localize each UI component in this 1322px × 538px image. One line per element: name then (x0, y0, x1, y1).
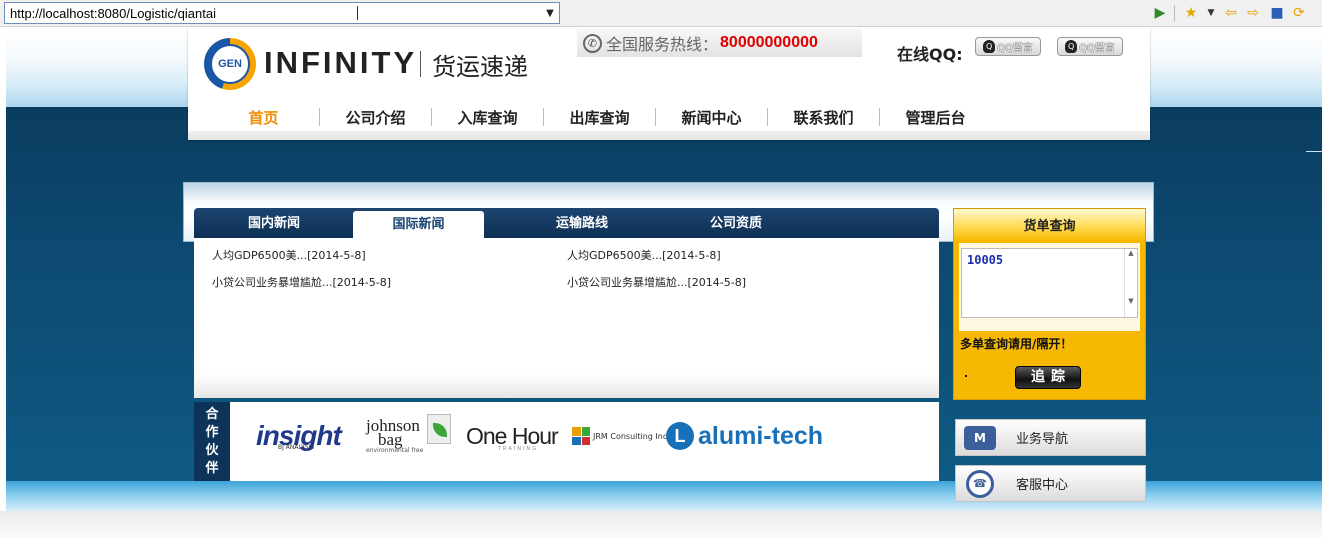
tracking-number-input[interactable] (961, 248, 1138, 318)
brand-chinese-name: 货运速递 (432, 53, 528, 81)
partners-panel: 合 作 伙 伴 insight BJ ANALYSIS johnson bag … (194, 402, 939, 481)
play-icon[interactable]: ▶ (1151, 4, 1169, 22)
nav-outbound-query[interactable]: 出库查询 (544, 107, 655, 128)
jrm-squares-icon (572, 427, 590, 445)
nav-contact[interactable]: 联系我们 (768, 107, 879, 128)
partners-label: 合 作 伙 伴 (194, 402, 230, 481)
alumi-tech-logo[interactable]: L alumi-tech (666, 416, 823, 456)
news-item[interactable]: 人均GDP6500美...[2014-5-8] (212, 247, 366, 263)
jrm-consulting-logo[interactable]: JRM Consulting Inc (572, 416, 667, 456)
customer-service-icon: ☎ (956, 466, 1004, 501)
add-bookmark-icon[interactable]: ★ (1182, 4, 1200, 22)
news-tabs: 国内新闻 国际新闻 运输路线 公司资质 (194, 208, 939, 238)
news-item[interactable]: 人均GDP6500美...[2014-5-8] (567, 247, 721, 263)
business-nav-icon: M (956, 420, 1004, 455)
alumi-circle-icon: L (666, 422, 694, 450)
nav-admin[interactable]: 管理后台 (880, 107, 991, 128)
tracking-title: 货单查询 (954, 209, 1145, 241)
tracking-input-wrap: ▲▼ (959, 243, 1140, 331)
bookmark-dropdown-icon[interactable]: ▼ (1202, 4, 1220, 22)
tab-company-qualification[interactable]: 公司资质 (681, 208, 791, 238)
nav-home[interactable]: 首页 (208, 107, 319, 128)
online-qq-label: 在线QQ: (897, 45, 963, 64)
nav-inbound-query[interactable]: 入库查询 (432, 107, 543, 128)
browser-toolbar: http://localhost:8080/Logistic/qiantai ▼… (0, 0, 1322, 27)
qq-button-label: QQ留言 (1079, 43, 1115, 54)
customer-service-link[interactable]: ☎ 客服中心 (955, 465, 1146, 502)
qq-penguin-icon: Q (983, 40, 996, 53)
brand-divider (420, 51, 421, 77)
page-footer-background (0, 511, 1322, 538)
tab-international-news[interactable]: 国际新闻 (353, 211, 484, 238)
tracking-hint: 多单查询请用/隔开！ (960, 337, 1073, 351)
decor-line (1306, 151, 1322, 152)
business-nav-label: 业务导航 (1016, 432, 1069, 447)
address-bar[interactable]: http://localhost:8080/Logistic/qiantai ▼ (4, 2, 560, 24)
johnson-bag-logo[interactable]: johnson bag environmental free (366, 416, 423, 456)
waybill-tracking-panel: 货单查询 ▲▼ 多单查询请用/隔开！ 追踪 (953, 208, 1146, 400)
text-cursor (357, 6, 358, 20)
customer-service-label: 客服中心 (1016, 478, 1069, 493)
news-item[interactable]: 小贷公司业务暴增尴尬...[2014-5-8] (567, 274, 746, 290)
hotline-label: 全国服务热线： (606, 35, 719, 54)
insight-logo-subtext: BJ ANALYSIS (278, 444, 315, 451)
address-dropdown-icon[interactable]: ▼ (541, 8, 559, 19)
news-item[interactable]: 小贷公司业务暴增尴尬...[2014-5-8] (212, 274, 391, 290)
nav-about[interactable]: 公司介绍 (320, 107, 431, 128)
site-header: GEN INFINITY 货运速递 ✆ 全国服务热线： 80000000000 … (188, 27, 1150, 140)
track-button[interactable]: 追踪 (1015, 366, 1081, 389)
news-panel: 国内新闻 国际新闻 运输路线 公司资质 人均GDP6500美...[2014-5… (194, 208, 939, 398)
back-icon[interactable]: ⇦ (1222, 4, 1240, 22)
forward-icon[interactable]: ⇨ (1244, 4, 1262, 22)
toolbar-separator (1174, 5, 1175, 22)
brand-name: INFINITY (264, 45, 418, 80)
business-nav-link[interactable]: M 业务导航 (955, 419, 1146, 456)
nav-news-center[interactable]: 新闻中心 (656, 107, 767, 128)
leaf-icon (427, 414, 451, 444)
address-url[interactable]: http://localhost:8080/Logistic/qiantai (5, 6, 541, 21)
nav-underline (188, 131, 1150, 140)
tracking-scrollbar[interactable]: ▲ ▼ (1124, 249, 1137, 317)
main-nav: 首页 公司介绍 入库查询 出库查询 新闻中心 联系我们 管理后台 (188, 105, 1150, 129)
tab-transport-routes[interactable]: 运输路线 (527, 208, 637, 238)
news-footer (194, 374, 939, 398)
qq-button-label: QQ留言 (997, 43, 1033, 54)
one-hour-logo-subtext: TRAINING (498, 446, 539, 452)
qq-penguin-icon: Q (1065, 40, 1078, 53)
refresh-icon[interactable]: ⟳ (1290, 4, 1308, 22)
qq-message-button-2[interactable]: Q QQ留言 (1057, 37, 1123, 56)
stop-icon[interactable]: ■ (1268, 4, 1286, 22)
logo-text: GEN (210, 44, 250, 84)
tab-domestic-news[interactable]: 国内新闻 (219, 208, 329, 238)
phone-icon: ✆ (583, 33, 602, 53)
hotline-bar: ✆ 全国服务热线： 80000000000 (577, 29, 862, 57)
qq-message-button-1[interactable]: Q QQ留言 (975, 37, 1041, 56)
gen-logo[interactable]: GEN (204, 38, 256, 90)
decor-dot (965, 375, 967, 377)
hotline-number: 80000000000 (720, 34, 818, 51)
